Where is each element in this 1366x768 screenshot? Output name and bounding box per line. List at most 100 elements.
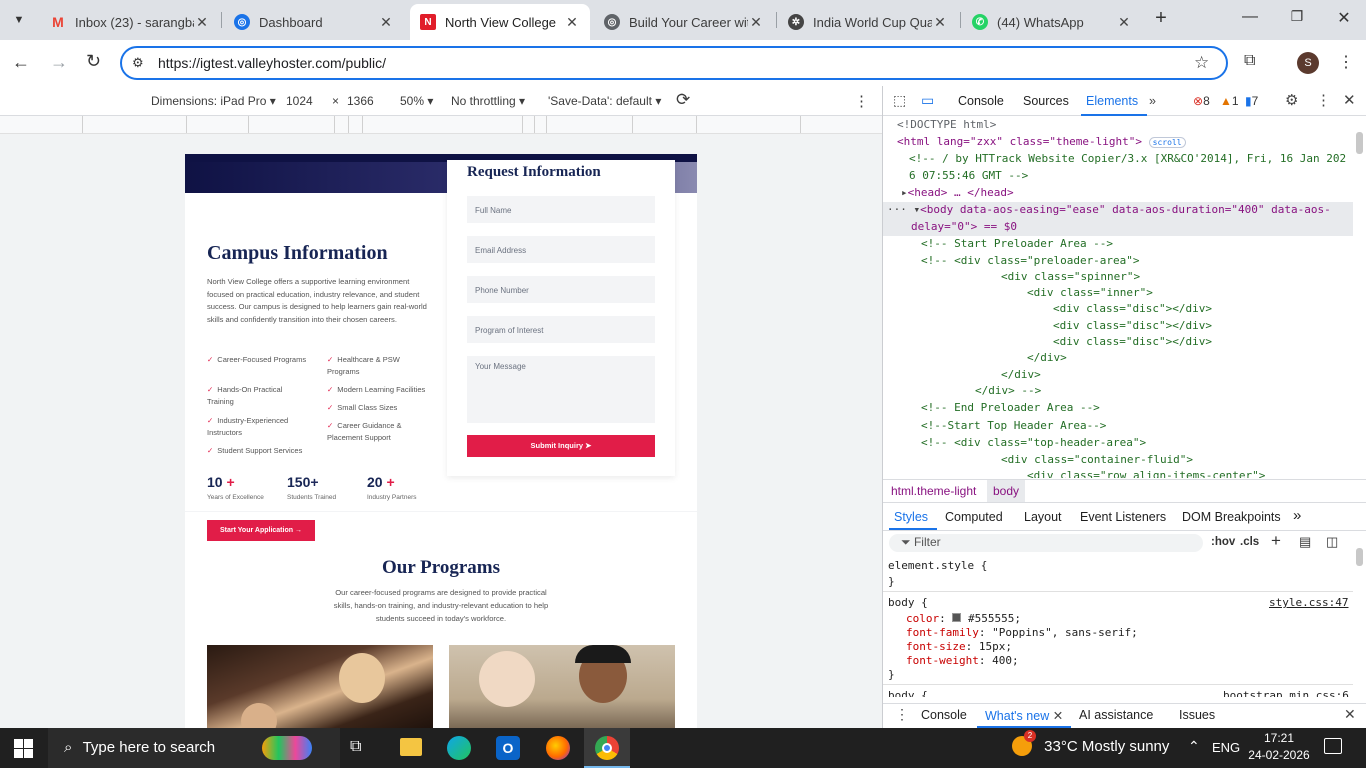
tab-computed[interactable]: Computed xyxy=(945,510,1003,524)
url-text[interactable]: https://igtest.valleyhoster.com/public/ xyxy=(158,55,386,71)
hov-toggle[interactable]: :hov xyxy=(1211,536,1235,548)
breadcrumb-item[interactable]: html.theme-light xyxy=(891,484,976,498)
bookmark-star-icon[interactable]: ☆ xyxy=(1194,53,1209,73)
rule-source-link[interactable]: style.css:47 xyxy=(1269,596,1348,609)
minimize-button[interactable]: — xyxy=(1240,8,1260,26)
dom-line[interactable]: <!--Start Top Header Area--> xyxy=(921,418,1106,435)
inspect-element-icon[interactable]: ⬚ xyxy=(893,92,906,109)
tab-dashboard[interactable]: ◎ Dashboard ✕ xyxy=(224,4,404,40)
height-input[interactable]: 1366 xyxy=(347,94,374,108)
breadcrumb-item[interactable]: body xyxy=(987,480,1026,502)
tab-search-button[interactable]: ▼ xyxy=(8,9,30,31)
more-tabs-icon[interactable]: » xyxy=(1293,507,1301,524)
back-button[interactable]: ← xyxy=(12,52,30,73)
drawer-tab-issues[interactable]: Issues xyxy=(1179,708,1215,722)
close-icon[interactable]: ✕ xyxy=(378,14,394,31)
error-count[interactable]: ⊗8 xyxy=(1193,94,1210,108)
tab-dom-breakpoints[interactable]: DOM Breakpoints xyxy=(1182,510,1281,524)
warning-count[interactable]: ▲1 xyxy=(1220,94,1239,108)
sidebar-toggle-icon[interactable]: ◫ xyxy=(1326,534,1338,550)
close-icon[interactable]: ✕ xyxy=(748,14,764,31)
dom-line[interactable]: </div> xyxy=(1001,367,1041,384)
element-style-rule[interactable]: element.style { xyxy=(888,559,987,572)
device-toggle-icon[interactable]: ▭ xyxy=(921,92,934,109)
tab-whatsapp[interactable]: ✆ (44) WhatsApp ✕ xyxy=(962,4,1142,40)
save-data-select[interactable]: 'Save-Data': default ▾ xyxy=(548,94,661,108)
firefox-icon[interactable] xyxy=(546,736,570,760)
dom-line[interactable]: <!-- <div class="preloader-area"> xyxy=(921,253,1140,270)
chrome-menu-button[interactable]: ⋮ xyxy=(1338,52,1354,72)
tab-layout[interactable]: Layout xyxy=(1024,510,1062,524)
windows-start-icon[interactable] xyxy=(14,739,33,758)
dom-line[interactable]: <!-- <div class="top-header-area"> xyxy=(921,435,1146,452)
tab-event-listeners[interactable]: Event Listeners xyxy=(1080,510,1166,524)
add-rule-icon[interactable]: + xyxy=(1271,531,1281,551)
close-icon[interactable]: ✕ xyxy=(194,14,210,31)
restore-button[interactable]: ❐ xyxy=(1287,8,1307,25)
tab-console[interactable]: Console xyxy=(958,94,1004,108)
message-field[interactable]: Your Message xyxy=(467,356,655,423)
tab-gmail[interactable]: M Inbox (23) - sarangba ✕ xyxy=(40,4,220,40)
close-window-button[interactable]: ✕ xyxy=(1334,8,1354,28)
phone-field[interactable]: Phone Number xyxy=(467,276,655,303)
drawer-tab-console[interactable]: Console xyxy=(921,708,967,722)
settings-gear-icon[interactable]: ⚙ xyxy=(1285,91,1298,109)
rotate-icon[interactable]: ⟳ xyxy=(676,90,690,110)
address-bar[interactable]: ⚙ https://igtest.valleyhoster.com/public… xyxy=(120,46,1228,80)
chevron-up-icon[interactable]: ⌃ xyxy=(1188,738,1200,755)
style-property[interactable]: font-weight: 400; xyxy=(906,654,1019,667)
dom-line[interactable]: <div class="inner"> xyxy=(1027,285,1153,302)
devtools-menu-icon[interactable]: ⋮ xyxy=(1316,91,1331,109)
start-application-button[interactable]: Start Your Application → xyxy=(207,520,315,541)
dom-line[interactable]: <!-- Start Preloader Area --> xyxy=(921,236,1113,253)
dom-line[interactable]: <!DOCTYPE html> xyxy=(897,117,996,134)
drawer-menu-icon[interactable]: ⋮ xyxy=(895,706,909,723)
dom-line[interactable]: </div> xyxy=(1027,350,1067,367)
reload-button[interactable]: ↻ xyxy=(86,51,101,72)
outlook-icon[interactable]: O xyxy=(496,736,520,760)
media-query-ruler[interactable] xyxy=(0,116,882,134)
tab-build-career[interactable]: ◎ Build Your Career wit ✕ xyxy=(594,4,774,40)
computed-toggle-icon[interactable]: ▤ xyxy=(1299,534,1311,550)
dom-line[interactable]: <!-- End Preloader Area --> xyxy=(921,400,1100,417)
rule-source-link[interactable]: bootstrap.min.css:6 xyxy=(1223,689,1349,697)
site-info-icon[interactable]: ⚙ xyxy=(132,55,144,71)
rule-selector[interactable]: body { xyxy=(888,596,928,609)
close-drawer-icon[interactable]: ✕ xyxy=(1344,706,1356,723)
forward-button[interactable]: → xyxy=(50,52,68,73)
rule-selector[interactable]: body { xyxy=(888,689,928,697)
dom-line[interactable]: <div class="disc"></div> xyxy=(1053,318,1212,335)
more-tabs-icon[interactable]: » xyxy=(1149,94,1156,108)
filter-input[interactable]: ⏷ Filter xyxy=(889,534,1203,552)
width-input[interactable]: 1024 xyxy=(286,94,313,108)
dom-line[interactable]: <div class="row align-items-center"> xyxy=(1027,468,1265,478)
dom-line[interactable]: 6 07:55:46 GMT --> xyxy=(909,168,1028,185)
tab-styles[interactable]: Styles xyxy=(894,510,928,524)
close-icon[interactable]: ✕ xyxy=(564,14,580,31)
dom-line[interactable]: <!-- / by HTTrack Website Copier/3.x [XR… xyxy=(909,151,1346,168)
submit-inquiry-button[interactable]: Submit Inquiry ➤ xyxy=(467,435,655,457)
dom-line[interactable]: <div class="container-fluid"> xyxy=(1001,452,1193,469)
more-options-icon[interactable]: ⋮ xyxy=(854,92,869,110)
drawer-tab-whats-new[interactable]: What's new ✕ xyxy=(985,708,1063,723)
throttling-select[interactable]: No throttling ▾ xyxy=(451,94,525,108)
dom-line[interactable]: <html lang="zxx" class="theme-light"> sc… xyxy=(897,134,1186,152)
clock-time[interactable]: 17:21 xyxy=(1250,731,1308,745)
dom-line[interactable]: </div> --> xyxy=(975,383,1041,400)
dom-line[interactable]: ··· ▾<body data-aos-easing="ease" data-a… xyxy=(887,202,1331,219)
styles-scrollbar[interactable] xyxy=(1356,548,1363,566)
dom-line[interactable]: <div class="spinner"> xyxy=(1001,269,1140,286)
edge-icon[interactable] xyxy=(447,736,471,760)
tab-sources[interactable]: Sources xyxy=(1023,94,1069,108)
cls-toggle[interactable]: .cls xyxy=(1240,536,1259,548)
tab-india-world-cup[interactable]: ✲ India World Cup Qua ✕ xyxy=(778,4,958,40)
notifications-icon[interactable] xyxy=(1324,738,1342,754)
language-indicator[interactable]: ENG xyxy=(1212,740,1240,755)
weather-widget[interactable]: 2 33°C Mostly sunny xyxy=(1012,730,1169,756)
avatar[interactable]: S xyxy=(1297,52,1319,74)
drawer-tab-ai-assistance[interactable]: AI assistance xyxy=(1079,708,1153,722)
close-devtools-icon[interactable]: ✕ xyxy=(1343,91,1356,109)
dimensions-select[interactable]: Dimensions: iPad Pro ▾ xyxy=(151,94,276,108)
dom-line[interactable]: delay="0"> == $0 xyxy=(911,219,1017,236)
style-property[interactable]: font-family: "Poppins", sans-serif; xyxy=(906,626,1138,639)
